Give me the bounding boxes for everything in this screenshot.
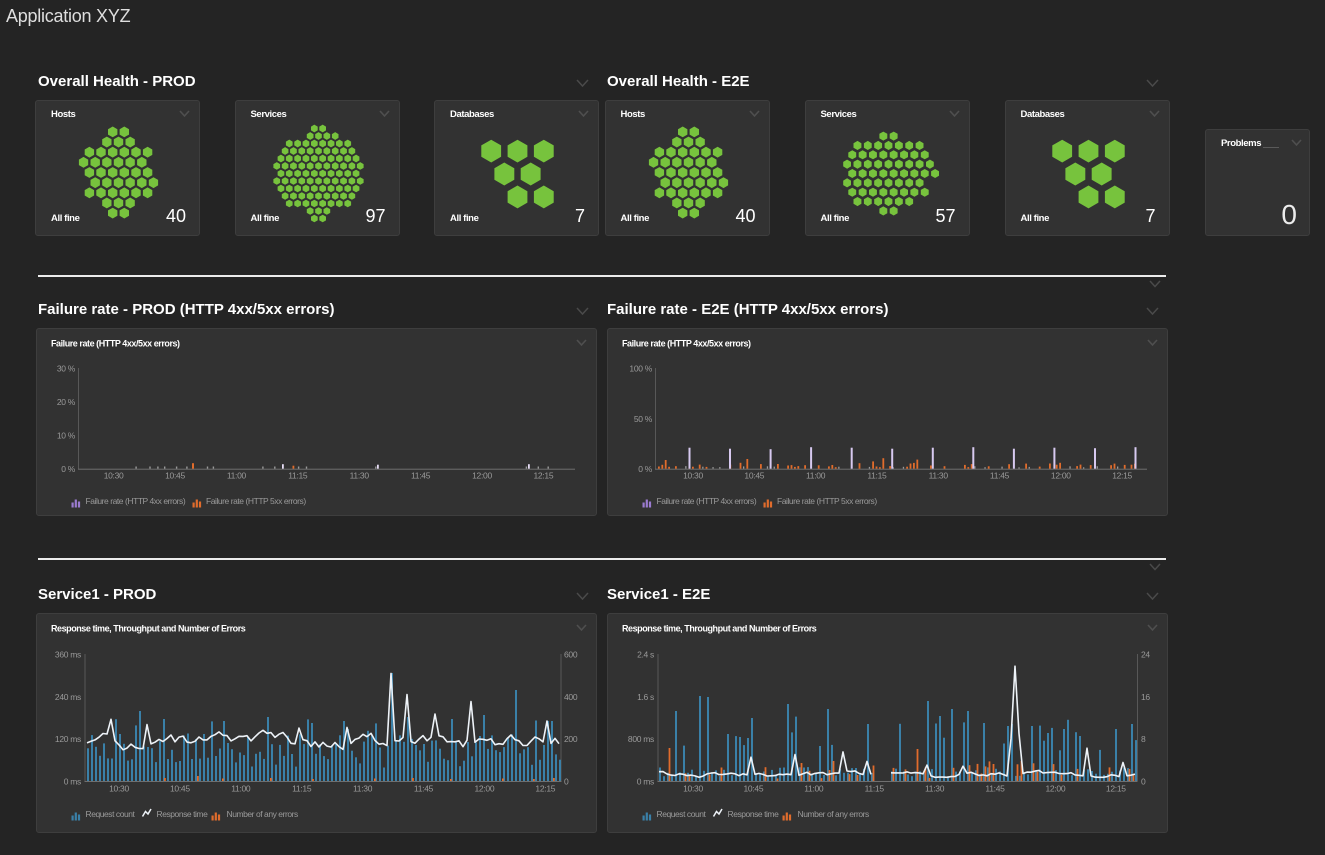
svg-text:0 ms: 0 ms <box>637 777 654 787</box>
svg-text:10:30: 10:30 <box>109 784 129 794</box>
svg-text:12:15: 12:15 <box>535 784 555 794</box>
svg-text:11:30: 11:30 <box>350 471 370 481</box>
svg-text:10:45: 10:45 <box>170 784 190 794</box>
svg-text:0 %: 0 % <box>61 464 75 474</box>
svg-text:12:00: 12:00 <box>1046 784 1066 794</box>
svg-text:24: 24 <box>1141 650 1150 660</box>
svg-text:Failure rate (HTTP 5xx errors): Failure rate (HTTP 5xx errors) <box>777 496 877 506</box>
svg-text:Failure rate (HTTP 4xx/5xx err: Failure rate (HTTP 4xx/5xx errors) <box>51 339 180 349</box>
svg-text:Response time: Response time <box>728 809 780 819</box>
svg-text:1.6 s: 1.6 s <box>637 692 654 702</box>
svg-text:100 %: 100 % <box>629 364 652 374</box>
svg-text:Response time, Throughput and: Response time, Throughput and Number of … <box>51 624 246 634</box>
svg-text:10:45: 10:45 <box>744 471 764 481</box>
svg-text:10 %: 10 % <box>57 431 76 441</box>
svg-text:Failure rate (HTTP 4xx/5xx err: Failure rate (HTTP 4xx/5xx errors) <box>622 339 751 349</box>
svg-text:600: 600 <box>564 650 578 660</box>
svg-text:10:45: 10:45 <box>744 784 764 794</box>
svg-text:2.4 s: 2.4 s <box>637 650 654 660</box>
svg-text:Failure rate (HTTP 4xx errors): Failure rate (HTTP 4xx errors) <box>86 496 186 506</box>
svg-text:12:00: 12:00 <box>472 471 492 481</box>
svg-text:12:00: 12:00 <box>1051 471 1071 481</box>
svg-text:400: 400 <box>564 692 578 702</box>
svg-text:10:30: 10:30 <box>683 784 703 794</box>
svg-text:11:15: 11:15 <box>867 471 887 481</box>
svg-text:Number of any errors: Number of any errors <box>798 809 870 819</box>
svg-text:11:45: 11:45 <box>414 784 434 794</box>
svg-text:11:00: 11:00 <box>231 784 251 794</box>
svg-text:12:15: 12:15 <box>534 471 554 481</box>
svg-text:20 %: 20 % <box>57 397 76 407</box>
svg-text:11:45: 11:45 <box>985 784 1005 794</box>
svg-text:Request count: Request count <box>657 809 707 819</box>
svg-text:12:15: 12:15 <box>1106 784 1126 794</box>
svg-text:11:00: 11:00 <box>227 471 247 481</box>
svg-text:12:00: 12:00 <box>475 784 495 794</box>
svg-text:16: 16 <box>1141 692 1150 702</box>
svg-text:0 %: 0 % <box>638 464 652 474</box>
svg-text:Response time, Throughput and: Response time, Throughput and Number of … <box>622 624 817 634</box>
svg-text:Request count: Request count <box>86 809 136 819</box>
svg-text:200: 200 <box>564 734 578 744</box>
svg-text:11:45: 11:45 <box>411 471 431 481</box>
svg-text:11:30: 11:30 <box>929 471 949 481</box>
svg-text:360 ms: 360 ms <box>55 650 81 660</box>
svg-text:50 %: 50 % <box>634 414 653 424</box>
svg-text:11:15: 11:15 <box>292 784 312 794</box>
svg-text:11:30: 11:30 <box>925 784 945 794</box>
svg-text:11:00: 11:00 <box>806 471 826 481</box>
svg-text:Response time: Response time <box>157 809 209 819</box>
svg-text:30 %: 30 % <box>57 364 76 374</box>
svg-text:10:45: 10:45 <box>165 471 185 481</box>
svg-text:11:00: 11:00 <box>804 784 824 794</box>
svg-text:Number of any errors: Number of any errors <box>227 809 299 819</box>
svg-text:11:30: 11:30 <box>353 784 373 794</box>
svg-text:0: 0 <box>564 777 569 787</box>
svg-text:0: 0 <box>1141 777 1146 787</box>
svg-text:120 ms: 120 ms <box>55 734 81 744</box>
svg-text:11:15: 11:15 <box>865 784 885 794</box>
svg-text:11:45: 11:45 <box>990 471 1010 481</box>
svg-text:800 ms: 800 ms <box>628 734 654 744</box>
svg-text:8: 8 <box>1141 734 1146 744</box>
svg-text:10:30: 10:30 <box>683 471 703 481</box>
svg-text:11:15: 11:15 <box>288 471 308 481</box>
svg-text:240 ms: 240 ms <box>55 692 81 702</box>
svg-text:Failure rate (HTTP 5xx errors): Failure rate (HTTP 5xx errors) <box>206 496 306 506</box>
svg-text:0 ms: 0 ms <box>64 777 81 787</box>
svg-text:Failure rate (HTTP 4xx errors): Failure rate (HTTP 4xx errors) <box>657 496 757 506</box>
svg-text:10:30: 10:30 <box>104 471 124 481</box>
svg-text:12:15: 12:15 <box>1112 471 1132 481</box>
